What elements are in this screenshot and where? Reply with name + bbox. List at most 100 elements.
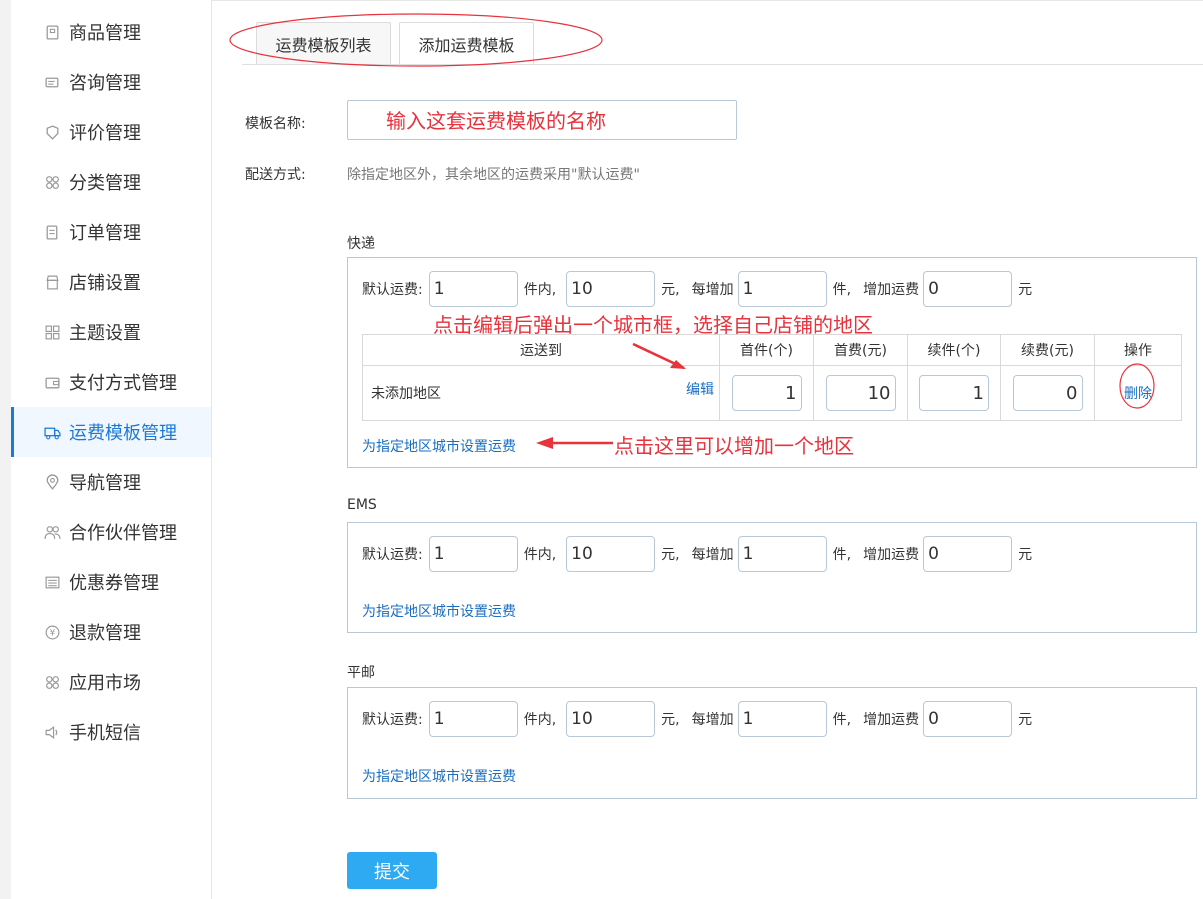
theme-icon <box>44 324 61 341</box>
coupon-icon <box>44 574 61 591</box>
tab-template-list[interactable]: 运费模板列表 <box>256 22 391 65</box>
ems-default-fee-row: 默认运费: 件内, 元, 每增加 件, 增加运费 元 <box>362 536 1036 572</box>
add-fee-cell <box>1000 365 1095 421</box>
order-icon <box>44 224 61 241</box>
sidebar-item-label: 商品管理 <box>69 23 141 44</box>
first-fee-cell <box>813 365 908 421</box>
add-area-link[interactable]: 为指定地区城市设置运费 <box>362 766 516 786</box>
sidebar-item-label: 支付方式管理 <box>69 373 177 394</box>
add-fee-input[interactable] <box>923 701 1013 737</box>
delivery-hint: 除指定地区外，其余地区的运费采用"默认运费" <box>347 167 640 183</box>
yuan-comma-label: 元, <box>661 712 680 728</box>
add-fee-label: 增加运费 <box>863 547 920 563</box>
sidebar-gutter <box>0 0 11 899</box>
chat-icon <box>44 74 61 91</box>
area-add-fee-input[interactable] <box>1012 375 1083 411</box>
sidebar-item-label: 手机短信 <box>69 723 141 744</box>
add-items-input[interactable] <box>737 271 827 307</box>
first-fee-input[interactable] <box>566 536 656 572</box>
yuan-label: 元 <box>1018 282 1033 298</box>
sidebar-item-theme[interactable]: 主题设置 <box>11 307 211 357</box>
sidebar-item-category[interactable]: 分类管理 <box>11 157 211 207</box>
area-first-fee-input[interactable] <box>825 375 896 411</box>
each-add-label: 每增加 <box>691 547 734 563</box>
sidebar-item-products[interactable]: 商品管理 <box>11 7 211 57</box>
section-title-ems: EMS <box>347 497 377 513</box>
items-comma-label: 件, <box>832 282 852 298</box>
table-row: 未添加地区 编辑 删除 <box>362 365 1182 421</box>
wallet-icon <box>44 374 61 391</box>
col-header-first-items: 首件(个) <box>719 334 814 366</box>
add-items-input[interactable] <box>737 701 827 737</box>
sidebar-item-label: 评价管理 <box>69 123 141 144</box>
col-header-add-items: 续件(个) <box>907 334 1001 366</box>
first-items-input[interactable] <box>428 701 518 737</box>
tab-add-template[interactable]: 添加运费模板 <box>399 22 534 65</box>
partners-icon <box>44 524 61 541</box>
add-fee-input[interactable] <box>923 536 1013 572</box>
items-within-label: 件内, <box>523 282 557 298</box>
template-name-label: 模板名称: <box>245 116 306 132</box>
items-comma-label: 件, <box>832 712 852 728</box>
sidebar-item-app-market[interactable]: 应用市场 <box>11 657 211 707</box>
sidebar-item-label: 优惠券管理 <box>69 573 159 594</box>
default-fee-label: 默认运费: <box>362 712 423 728</box>
annotation-name-hint: 输入这套运费模板的名称 <box>386 109 606 133</box>
sidebar-item-sms[interactable]: 手机短信 <box>11 707 211 757</box>
sidebar-item-label: 分类管理 <box>69 173 141 194</box>
apps-icon <box>44 674 61 691</box>
area-name: 未添加地区 <box>371 386 441 402</box>
area-first-items-input[interactable] <box>731 375 802 411</box>
sidebar-item-payment[interactable]: 支付方式管理 <box>11 357 211 407</box>
submit-button[interactable]: 提交 <box>347 852 437 889</box>
annotation-edit-hint: 点击编辑后弹出一个城市框，选择自己店铺的地区 <box>433 313 873 337</box>
sidebar-item-reviews[interactable]: 评价管理 <box>11 107 211 157</box>
express-default-fee-row: 默认运费: 件内, 元, 每增加 件, 增加运费 元 <box>362 271 1036 307</box>
top-divider <box>212 0 1203 4</box>
sidebar-item-coupons[interactable]: 优惠券管理 <box>11 557 211 607</box>
sidebar-item-partners[interactable]: 合作伙伴管理 <box>11 507 211 557</box>
first-items-input[interactable] <box>428 271 518 307</box>
add-items-input[interactable] <box>737 536 827 572</box>
yuan-label: 元 <box>1018 712 1033 728</box>
sidebar-item-shipping-templates[interactable]: 运费模板管理 <box>11 407 211 457</box>
review-icon <box>44 124 61 141</box>
annotation-arrow-add <box>536 437 613 449</box>
yuan-comma-label: 元, <box>661 547 680 563</box>
sidebar-item-orders[interactable]: 订单管理 <box>11 207 211 257</box>
col-header-action: 操作 <box>1094 334 1182 366</box>
sidebar-item-refunds[interactable]: ¥ 退款管理 <box>11 607 211 657</box>
first-fee-input[interactable] <box>566 701 656 737</box>
surface-mail-fee-box: 默认运费: 件内, 元, 每增加 件, 增加运费 元 为指定地区城市设置运费 <box>347 687 1197 799</box>
annotation-add-area-hint: 点击这里可以增加一个地区 <box>614 434 854 458</box>
sidebar-item-label: 咨询管理 <box>69 73 141 94</box>
location-icon <box>44 474 61 491</box>
edit-link[interactable]: 编辑 <box>686 379 714 399</box>
sidebar-item-label: 运费模板管理 <box>69 423 177 444</box>
first-fee-input[interactable] <box>566 271 656 307</box>
first-items-cell <box>719 365 814 421</box>
sidebar-item-shop-settings[interactable]: 店铺设置 <box>11 257 211 307</box>
delivery-method-label: 配送方式: <box>245 167 306 183</box>
speaker-icon <box>44 724 61 741</box>
col-header-add-fee: 续费(元) <box>1000 334 1095 366</box>
first-items-input[interactable] <box>428 536 518 572</box>
sidebar-item-label: 订单管理 <box>69 223 141 244</box>
category-icon <box>44 174 61 191</box>
sidebar-item-consult[interactable]: 咨询管理 <box>11 57 211 107</box>
shop-icon <box>44 274 61 291</box>
add-area-link[interactable]: 为指定地区城市设置运费 <box>362 436 516 456</box>
each-add-label: 每增加 <box>691 712 734 728</box>
annotation-delete-circle <box>1119 363 1155 409</box>
table-header-row: 运送到 首件(个) 首费(元) 续件(个) 续费(元) 操作 <box>362 334 1182 366</box>
tabs-divider <box>242 64 1203 65</box>
sidebar-item-label: 店铺设置 <box>69 273 141 294</box>
area-add-items-input[interactable] <box>919 375 989 411</box>
items-comma-label: 件, <box>832 547 852 563</box>
sidebar-item-navigation[interactable]: 导航管理 <box>11 457 211 507</box>
section-title-surface-mail: 平邮 <box>347 665 375 681</box>
add-area-link[interactable]: 为指定地区城市设置运费 <box>362 601 516 621</box>
add-fee-input[interactable] <box>923 271 1013 307</box>
default-fee-label: 默认运费: <box>362 547 423 563</box>
col-header-first-fee: 首费(元) <box>813 334 908 366</box>
